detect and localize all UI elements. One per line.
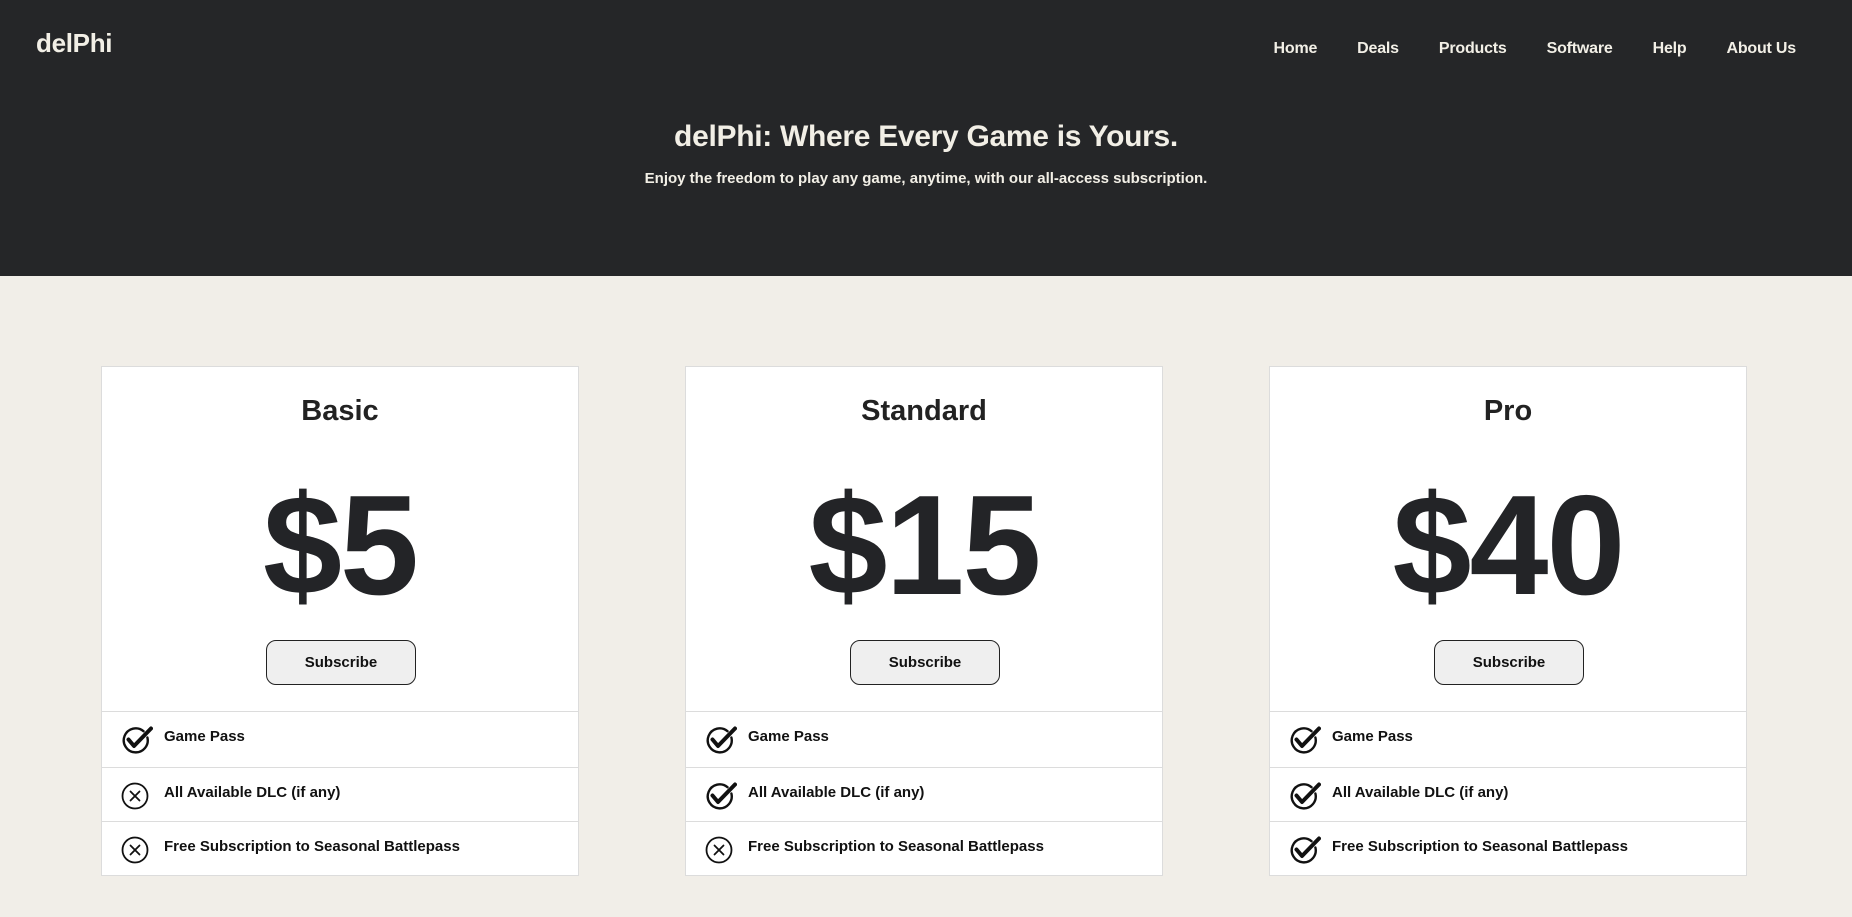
- feature-label: Free Subscription to Seasonal Battlepass: [164, 838, 460, 855]
- feature-label: All Available DLC (if any): [1332, 784, 1509, 801]
- feature-row: Free Subscription to Seasonal Battlepass: [686, 821, 1162, 875]
- brand-logo[interactable]: delPhi: [36, 28, 113, 59]
- subscribe-button-pro[interactable]: Subscribe: [1434, 640, 1584, 685]
- feature-row: Free Subscription to Seasonal Battlepass: [102, 821, 578, 875]
- check-circle-icon: [121, 725, 153, 755]
- feature-list: Game Pass All Available DLC (if any) Fre…: [686, 711, 1162, 875]
- plan-card-pro: Pro $40 Subscribe Game Pass All Availabl…: [1269, 366, 1747, 876]
- feature-list: Game Pass All Available DLC (if any) Fre…: [1270, 711, 1746, 875]
- feature-row: All Available DLC (if any): [102, 767, 578, 821]
- feature-label: Game Pass: [1332, 728, 1413, 745]
- check-circle-icon: [1289, 725, 1321, 755]
- subscribe-button-standard[interactable]: Subscribe: [850, 640, 1000, 685]
- hero-tagline: Enjoy the freedom to play any game, anyt…: [644, 170, 1208, 187]
- site-header: delPhi Home Deals Products Software Help…: [0, 0, 1852, 276]
- nav-software[interactable]: Software: [1547, 40, 1613, 58]
- plan-name: Standard: [861, 395, 987, 427]
- plan-name: Basic: [301, 395, 379, 427]
- nav-home[interactable]: Home: [1274, 40, 1318, 58]
- plan-price: $40: [1392, 466, 1626, 625]
- plan-name: Pro: [1483, 395, 1533, 427]
- feature-list: Game Pass All Available DLC (if any) Fre…: [102, 711, 578, 875]
- check-circle-icon: [705, 725, 737, 755]
- x-circle-icon: [705, 835, 735, 865]
- feature-row: Game Pass: [1270, 711, 1746, 767]
- feature-label: Game Pass: [748, 728, 829, 745]
- hero-headline: delPhi: Where Every Game is Yours.: [674, 120, 1178, 153]
- nav-products[interactable]: Products: [1439, 40, 1507, 58]
- check-circle-icon: [1289, 781, 1321, 811]
- feature-label: Free Subscription to Seasonal Battlepass: [748, 838, 1044, 855]
- feature-row: Free Subscription to Seasonal Battlepass: [1270, 821, 1746, 875]
- plan-price: $15: [808, 466, 1042, 625]
- feature-row: All Available DLC (if any): [1270, 767, 1746, 821]
- nav-about-us[interactable]: About Us: [1726, 40, 1796, 58]
- plan-card-basic: Basic $5 Subscribe Game Pass All Availab…: [101, 366, 579, 876]
- subscribe-button-basic[interactable]: Subscribe: [266, 640, 416, 685]
- feature-label: Free Subscription to Seasonal Battlepass: [1332, 838, 1628, 855]
- feature-row: Game Pass: [686, 711, 1162, 767]
- nav-help[interactable]: Help: [1653, 40, 1687, 58]
- main-nav: Home Deals Products Software Help About …: [1274, 40, 1797, 58]
- feature-label: All Available DLC (if any): [748, 784, 925, 801]
- feature-label: Game Pass: [164, 728, 245, 745]
- feature-row: All Available DLC (if any): [686, 767, 1162, 821]
- plan-card-standard: Standard $15 Subscribe Game Pass All Ava…: [685, 366, 1163, 876]
- feature-row: Game Pass: [102, 711, 578, 767]
- nav-deals[interactable]: Deals: [1357, 40, 1399, 58]
- plan-price: $5: [263, 466, 419, 625]
- x-circle-icon: [121, 781, 151, 811]
- feature-label: All Available DLC (if any): [164, 784, 341, 801]
- check-circle-icon: [1289, 835, 1321, 865]
- x-circle-icon: [121, 835, 151, 865]
- check-circle-icon: [705, 781, 737, 811]
